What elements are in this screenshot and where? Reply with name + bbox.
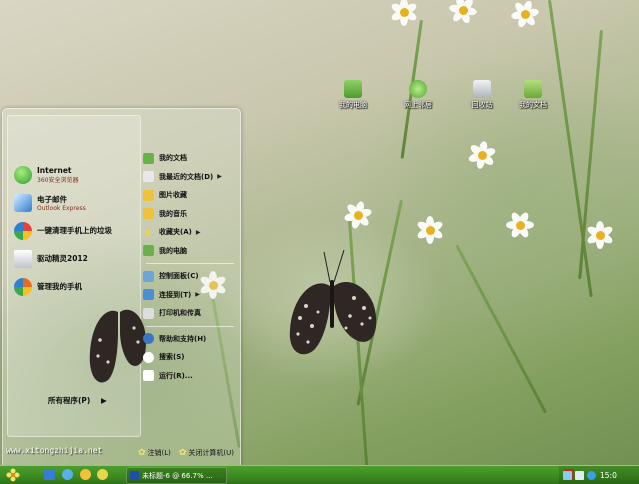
menu-item-search[interactable]: 搜索(S) <box>140 348 240 367</box>
computer-icon <box>344 80 362 98</box>
menu-item-my-documents[interactable]: 我的文档 <box>140 149 240 168</box>
sync-icon[interactable] <box>97 469 108 480</box>
run-icon <box>143 370 154 382</box>
photoshop-icon <box>130 471 139 480</box>
shutdown-button[interactable]: ✿ 关闭计算机(U) <box>179 448 234 458</box>
menu-separator <box>146 263 234 264</box>
menu-item-label: 帮助和支持(H) <box>159 334 207 343</box>
watermark: www.xitongzhijia.net <box>6 446 103 455</box>
start-button[interactable] <box>2 467 24 483</box>
menu-item-label: 控制面板(C) <box>159 272 199 281</box>
menu-item-label: 打印机和传真 <box>159 309 201 318</box>
menu-item-favorites[interactable]: ★ 收藏夹(A) ▶ <box>140 223 240 242</box>
music-icon <box>143 208 154 220</box>
desktop-icon-my-documents[interactable]: 我的文档 <box>508 80 558 110</box>
pinned-item-driver[interactable]: 驱动精灵2012 <box>14 246 138 271</box>
recycle-bin-icon <box>473 80 491 98</box>
pictures-icon <box>143 189 154 201</box>
driver-icon <box>14 249 32 268</box>
butterfly <box>89 309 146 383</box>
arrow-right-icon: ▶ <box>100 396 107 405</box>
help-icon <box>143 333 154 345</box>
start-menu: Internet 360安全浏览器 电子邮件 Outlook Express 一… <box>2 108 241 468</box>
volume-tray-icon[interactable] <box>575 470 584 480</box>
menu-item-recent-docs[interactable]: 我最近的文档(D) ▶ <box>140 168 240 187</box>
pinned-item-subtitle: 360安全浏览器 <box>37 176 79 184</box>
browser-icon[interactable] <box>62 469 73 480</box>
printer-icon <box>143 307 154 319</box>
media-icon[interactable] <box>80 469 91 480</box>
phone-manager-icon <box>14 277 32 296</box>
menu-item-label: 搜索(S) <box>159 353 185 362</box>
start-menu-right-pane: 我的文档 我最近的文档(D) ▶ 图片收藏 我的音乐 ★ 收藏夹(A) ▶ 我的… <box>140 149 240 385</box>
menu-item-help[interactable]: 帮助和支持(H) <box>140 330 240 349</box>
pinned-item-title: 一键清理手机上的垃圾 <box>37 226 112 235</box>
pinned-item-email[interactable]: 电子邮件 Outlook Express <box>14 190 138 215</box>
menu-separator <box>146 325 234 327</box>
pinned-item-internet[interactable]: Internet 360安全浏览器 <box>14 162 138 187</box>
desktop-icon-network[interactable]: 网上邻居 <box>393 80 443 110</box>
menu-item-control-panel[interactable]: 控制面板(C) <box>140 267 240 286</box>
submenu-arrow-icon: ▶ <box>217 173 222 181</box>
menu-item-label: 我的文档 <box>159 154 187 163</box>
logoff-button[interactable]: ✿ 注销(L) <box>138 448 171 458</box>
pinned-item-title: 驱动精灵2012 <box>37 254 88 263</box>
desktop-icon-my-computer[interactable]: 我的电脑 <box>328 80 378 110</box>
menu-item-my-computer[interactable]: 我的电脑 <box>140 242 240 261</box>
flower-stem <box>455 244 548 414</box>
menu-item-label: 图片收藏 <box>159 191 187 200</box>
submenu-arrow-icon: ▶ <box>195 291 200 299</box>
taskbar-item-photoshop[interactable]: 未标题-6 @ 66.7% ... <box>126 467 227 484</box>
all-programs-label: 所有程序(P) <box>48 396 91 405</box>
taskbar: 未标题-6 @ 66.7% ... S 15:0 <box>0 465 639 484</box>
shield-tray-icon[interactable] <box>587 470 596 480</box>
windows-flower-icon <box>6 468 20 482</box>
menu-item-connect[interactable]: 连接到(T) ▶ <box>140 286 240 305</box>
taskbar-item-label: 未标题-6 @ 66.7% ... <box>142 471 213 480</box>
browser-360-icon <box>14 165 32 184</box>
pinned-item-title: 管理我的手机 <box>37 282 82 291</box>
all-programs-button[interactable]: 所有程序(P) ▶ <box>48 395 107 406</box>
menu-item-pictures[interactable]: 图片收藏 <box>140 186 240 205</box>
show-desktop-icon[interactable] <box>44 469 55 480</box>
clock[interactable]: 15:0 <box>600 471 617 480</box>
menu-item-label: 我的音乐 <box>159 209 187 218</box>
network-icon <box>409 80 427 98</box>
desktop-icon-recycle-bin[interactable]: 回收站 <box>457 80 507 110</box>
menu-item-printers[interactable]: 打印机和传真 <box>140 304 240 323</box>
system-tray: 15:0 <box>559 466 639 484</box>
start-menu-left-pane: Internet 360安全浏览器 电子邮件 Outlook Express 一… <box>7 115 146 437</box>
pinned-item-phone-clean[interactable]: 一键清理手机上的垃圾 <box>14 218 138 243</box>
network-tray-icon[interactable] <box>563 470 572 480</box>
pinned-item-title: 电子邮件 <box>37 194 67 204</box>
pinned-programs: Internet 360安全浏览器 电子邮件 Outlook Express 一… <box>14 124 138 302</box>
favorites-star-icon: ★ <box>143 225 153 239</box>
logoff-icon: ✿ <box>137 448 146 458</box>
phone-clean-icon <box>14 221 32 240</box>
flower-stem <box>548 0 593 298</box>
menu-item-label: 我的电脑 <box>159 246 187 255</box>
logoff-label: 注销(L) <box>147 449 171 457</box>
email-icon <box>14 193 32 212</box>
menu-item-label: 运行(R)... <box>159 371 193 380</box>
pinned-item-title: Internet <box>37 165 72 175</box>
search-icon <box>143 351 154 363</box>
butterfly <box>289 249 377 355</box>
submenu-arrow-icon: ▶ <box>195 228 201 236</box>
documents-folder-icon <box>524 80 542 98</box>
shutdown-label: 关闭计算机(U) <box>188 449 234 457</box>
folder-icon <box>143 152 154 164</box>
computer-icon <box>143 245 154 257</box>
recent-docs-icon <box>143 171 154 183</box>
shutdown-icon: ✿ <box>178 448 187 458</box>
menu-item-label: 连接到(T) <box>159 290 192 299</box>
menu-item-label: 收藏夹(A) <box>159 228 192 237</box>
control-panel-icon <box>143 270 154 282</box>
connect-icon <box>143 289 154 301</box>
menu-item-run[interactable]: 运行(R)... <box>140 367 240 386</box>
pinned-item-subtitle: Outlook Express <box>37 204 86 212</box>
menu-item-label: 我最近的文档(D) <box>159 172 214 181</box>
menu-item-music[interactable]: 我的音乐 <box>140 205 240 224</box>
